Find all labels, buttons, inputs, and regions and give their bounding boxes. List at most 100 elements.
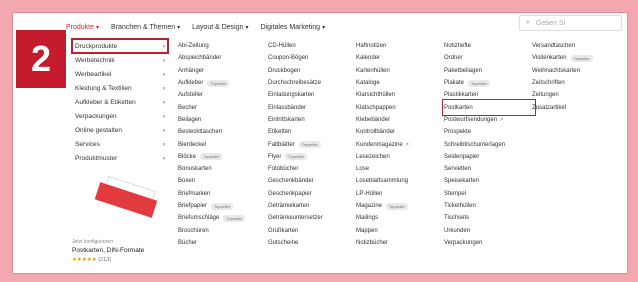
product-link[interactable]: Geschenkbänder (268, 175, 358, 187)
product-link[interactable]: Verpackungen (444, 237, 534, 249)
product-link[interactable]: Fotobücher (268, 163, 358, 175)
product-link[interactable]: Eintrittskarten (268, 114, 358, 126)
chevron-right-icon: › (162, 154, 165, 162)
product-link[interactable]: Plakate Topseller (444, 77, 534, 89)
product-link[interactable]: Grußkarten (268, 224, 358, 236)
sidebar-item[interactable]: Kleidung & Textilien › (72, 81, 168, 95)
product-link[interactable]: Becher (178, 101, 268, 113)
product-link[interactable]: Beilagen (178, 114, 268, 126)
product-link[interactable]: Kartenhüllen (356, 65, 446, 77)
product-link[interactable]: Notizbücher (356, 237, 446, 249)
sidebar-item[interactable]: Produktmuster › (72, 151, 168, 165)
nav-item[interactable]: Produkte ▾ (66, 24, 99, 31)
product-link[interactable]: Postwurfsendungen ↗ (444, 114, 534, 126)
product-link[interactable]: Speisekarten (444, 175, 534, 187)
chevron-right-icon: › (162, 42, 165, 50)
product-link[interactable]: Getränkekarten (268, 200, 358, 212)
promo-card[interactable]: Jetzt konfigurieren Postkarten, DIN-Form… (72, 165, 168, 265)
product-link[interactable]: Visitenkarten Topseller (532, 52, 622, 64)
product-link[interactable]: Lesezeichen (356, 151, 446, 163)
product-link[interactable]: Bonuskarten (178, 163, 268, 175)
product-link[interactable]: Magazine Topseller (356, 200, 446, 212)
nav-item[interactable]: Branchen & Themen ▾ (111, 24, 180, 31)
topseller-badge: Topseller (570, 54, 593, 62)
nav-item[interactable]: Layout & Design ▾ (192, 24, 248, 31)
product-link[interactable]: Abi-Zeitung (178, 40, 268, 52)
product-link[interactable]: Einladungskarten (268, 89, 358, 101)
sidebar-item[interactable]: Werbetechnik › (72, 53, 168, 67)
product-link[interactable]: Prospekte (444, 126, 534, 138)
product-link[interactable]: Kontrollbänder (356, 126, 446, 138)
product-link[interactable]: Zusatzartikel (532, 101, 622, 113)
product-link[interactable]: Urkunden (444, 224, 534, 236)
product-link[interactable]: Versandtaschen (532, 40, 622, 52)
chevron-right-icon: › (162, 112, 165, 120)
product-link[interactable]: Faltblätter Topseller (268, 138, 358, 150)
product-link[interactable]: Bücher (178, 237, 268, 249)
product-link[interactable]: Zeitungen (532, 89, 622, 101)
product-link[interactable]: Durchschreibesätze (268, 77, 358, 89)
search-input[interactable]: ⌕ Geben Si (519, 15, 622, 31)
product-link[interactable]: Plastikkarten (444, 89, 534, 101)
product-link[interactable]: Broschüren (178, 224, 268, 236)
product-link[interactable]: Postkarten (442, 99, 536, 116)
product-link[interactable]: Seidenpapier (444, 151, 534, 163)
product-link[interactable]: Lose (356, 163, 446, 175)
product-link[interactable]: Aufkleber Topseller (178, 77, 268, 89)
product-link[interactable]: Stempel (444, 188, 534, 200)
product-link[interactable]: Mappen (356, 224, 446, 236)
product-link[interactable]: Briefpapier Topseller (178, 200, 268, 212)
product-link[interactable]: Bierdeckel (178, 138, 268, 150)
product-link[interactable]: Einlassbänder (268, 101, 358, 113)
product-link[interactable]: Anhänger (178, 65, 268, 77)
product-link[interactable]: LP-Hüllen (356, 188, 446, 200)
product-link[interactable]: Getränkeuntersetzer (268, 212, 358, 224)
product-link[interactable]: Klarsichthüllen (356, 89, 446, 101)
product-link[interactable]: Klebebänder (356, 114, 446, 126)
product-link[interactable]: Aufsteller (178, 89, 268, 101)
product-link[interactable]: Schreibtischunterlagen (444, 138, 534, 150)
product-link[interactable]: Gutscheine (268, 237, 358, 249)
product-link[interactable]: Tickethüllen (444, 200, 534, 212)
sidebar-item[interactable]: Werbeartikel › (72, 67, 168, 81)
product-link[interactable]: Haftnotizen (356, 40, 446, 52)
product-link[interactable]: Notizhefte (444, 40, 534, 52)
product-link[interactable]: Loseblattsammlung (356, 175, 446, 187)
chevron-right-icon: › (162, 126, 165, 134)
product-link[interactable]: Ordner (444, 52, 534, 64)
product-link[interactable]: Coupon-Bögen (268, 52, 358, 64)
product-link[interactable]: Tischsets (444, 212, 534, 224)
product-link[interactable]: Briefmarken (178, 188, 268, 200)
sidebar-item[interactable]: Services › (72, 137, 168, 151)
product-link[interactable]: Mailings (356, 212, 446, 224)
topseller-badge: Topseller (223, 214, 246, 222)
product-link[interactable]: Abspeichbänder (178, 52, 268, 64)
product-link[interactable]: Boxen (178, 175, 268, 187)
product-link[interactable]: Kundenmagazine ↗ (356, 138, 446, 150)
product-link[interactable]: CD-Hüllen (268, 40, 358, 52)
product-link[interactable]: Besteckttaschen (178, 126, 268, 138)
topseller-badge: Topseller (298, 141, 321, 149)
product-link[interactable]: Geschenkpapier (268, 188, 358, 200)
sidebar-item[interactable]: Verpackungen › (72, 109, 168, 123)
product-link[interactable]: Klatschpappen (356, 101, 446, 113)
topseller-badge: Topseller (207, 79, 230, 87)
nav-item[interactable]: Digitales Marketing ▾ (261, 24, 326, 31)
product-link[interactable]: Servietten (444, 163, 534, 175)
product-link[interactable]: Zeitschriften (532, 77, 622, 89)
search-placeholder: Geben Si (535, 19, 566, 27)
sidebar-item[interactable]: Online gestalten › (72, 123, 168, 137)
product-link[interactable]: Paketbeilagen (444, 65, 534, 77)
sidebar-item[interactable]: Aufkleber & Etiketten › (72, 95, 168, 109)
product-link[interactable]: Flyer Topseller (268, 151, 358, 163)
product-link[interactable]: Kataloge (356, 77, 446, 89)
product-link[interactable]: Briefumschläge Topseller (178, 212, 268, 224)
sidebar-item[interactable]: Druckprodukte › (71, 38, 169, 54)
topseller-badge: Topseller (285, 153, 308, 161)
product-column: Versandtaschen Visitenkarten Topseller Weih… (532, 40, 622, 114)
product-link[interactable]: Weihnachtskarten (532, 65, 622, 77)
product-link[interactable]: Druckbogen (268, 65, 358, 77)
product-link[interactable]: Kalender (356, 52, 446, 64)
product-link[interactable]: Blöcke Topseller (178, 151, 268, 163)
product-link[interactable]: Etiketten (268, 126, 358, 138)
